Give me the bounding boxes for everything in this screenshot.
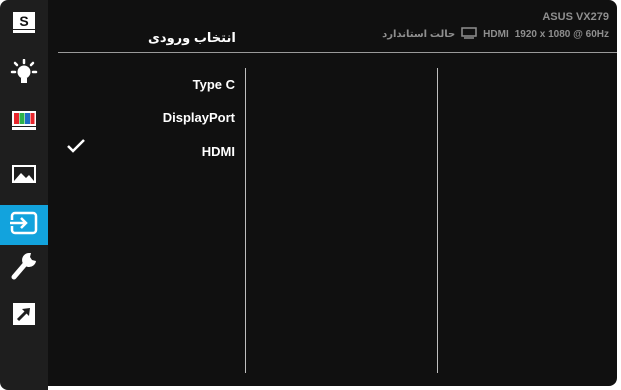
shortcut-icon <box>10 300 38 333</box>
image-icon <box>10 162 38 191</box>
menu-item-hdmi[interactable]: HDMI <box>202 144 235 159</box>
sidebar-item-image[interactable] <box>2 156 46 196</box>
checkmark-icon <box>66 138 86 159</box>
system-setup-icon <box>9 250 39 287</box>
sidebar-item-color[interactable] <box>2 102 46 142</box>
mode-label: حالت استاندارد <box>382 29 456 40</box>
main-panel <box>48 0 617 386</box>
splendid-icon-letter: S <box>19 13 28 29</box>
column-divider <box>437 68 438 373</box>
brightness-icon <box>9 58 39 94</box>
menu-item-type-c[interactable]: Type C <box>193 77 235 92</box>
status-bar: حالت استاندارد HDMI 1920 x 1080 @ 60Hz <box>382 27 609 42</box>
sidebar-item-splendid[interactable]: S <box>2 4 46 44</box>
sidebar-item-input-select[interactable] <box>0 205 48 245</box>
resolution: 1920 x 1080 @ 60Hz <box>514 29 609 40</box>
osd-window: S انتخاب ورودی ASUS VX279 حالت استاندارد… <box>0 0 621 390</box>
splendid-icon: S <box>11 9 37 40</box>
page-title: انتخاب ورودی <box>148 30 236 45</box>
sidebar-item-brightness[interactable] <box>2 56 46 96</box>
sidebar: S <box>0 0 48 390</box>
model-name: ASUS VX279 <box>542 11 609 23</box>
input-select-icon <box>9 209 39 242</box>
sidebar-item-shortcut[interactable] <box>2 296 46 336</box>
menu-item-displayport[interactable]: DisplayPort <box>163 110 235 125</box>
color-icon <box>10 108 38 137</box>
header-divider <box>58 52 617 53</box>
sidebar-item-system-setup[interactable] <box>2 248 46 288</box>
input-source: HDMI <box>483 29 509 40</box>
column-divider <box>245 68 246 373</box>
monitor-icon <box>461 27 477 42</box>
